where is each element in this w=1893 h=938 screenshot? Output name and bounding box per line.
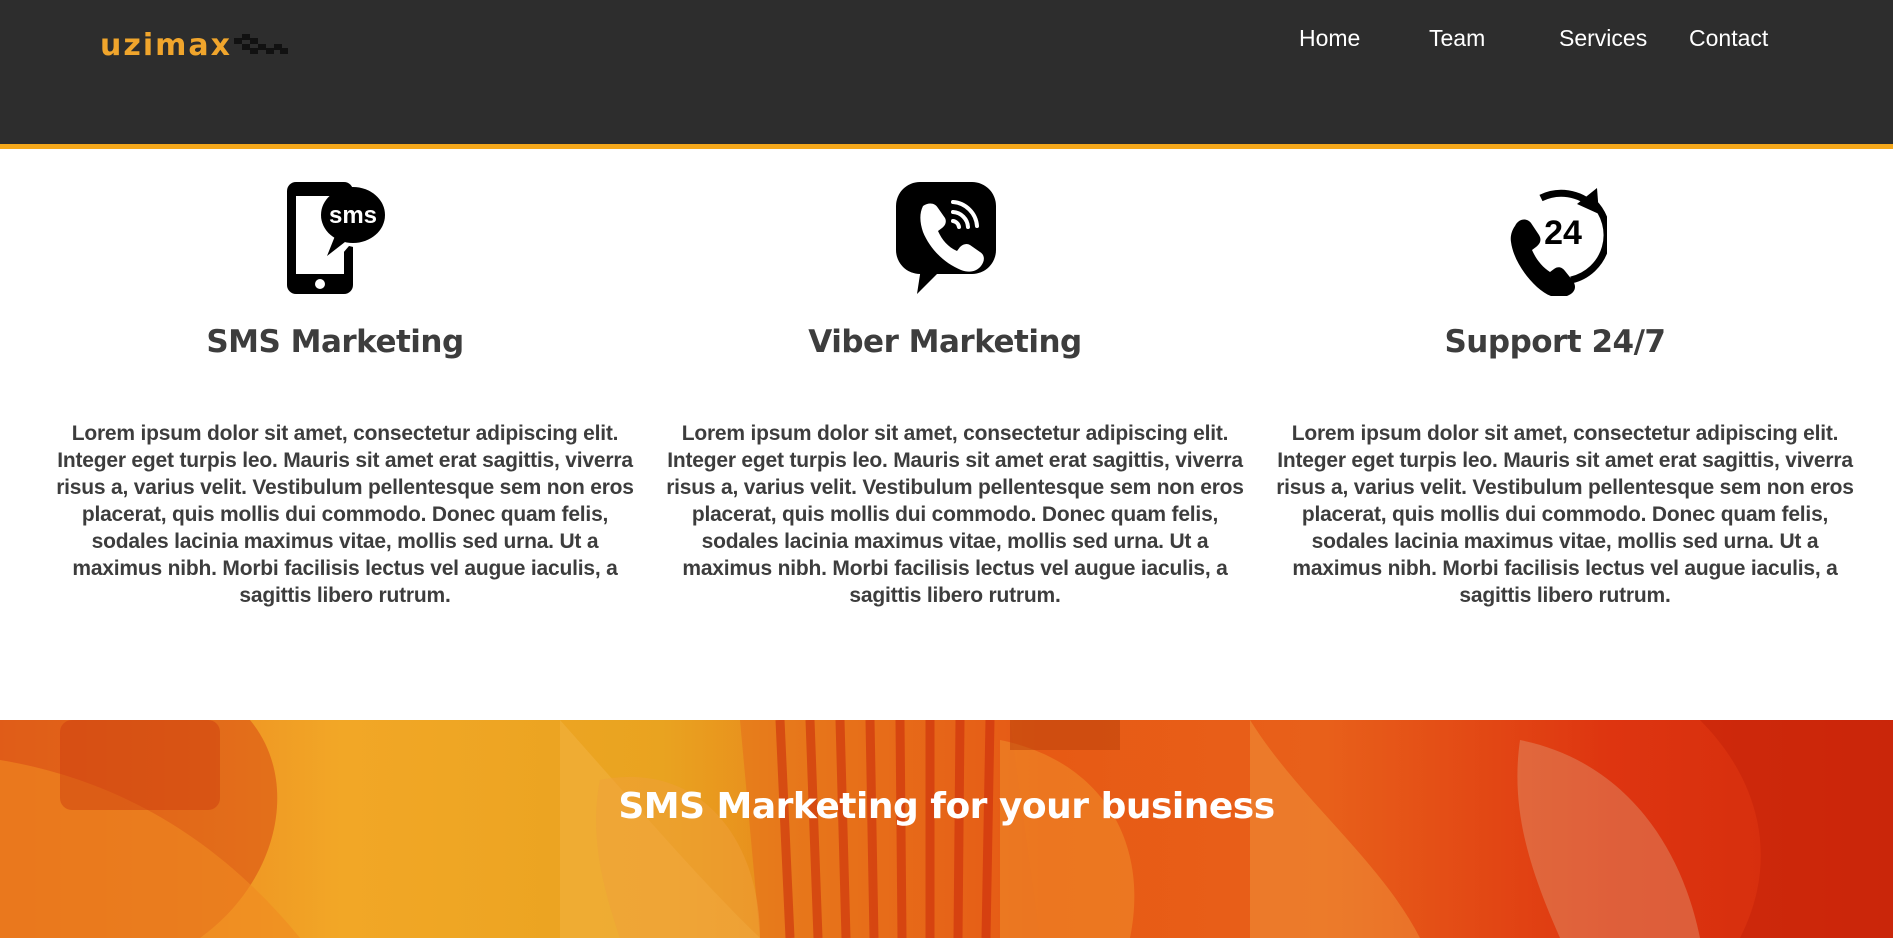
- hero-banner: SMS Marketing for your business: [0, 720, 1893, 938]
- sms-icon-label: sms: [329, 202, 377, 229]
- feature-viber: Viber Marketing Lorem ipsum dolor sit am…: [665, 154, 1245, 720]
- main-nav: Home Team Services Contact: [0, 22, 1893, 54]
- nav-services[interactable]: Services: [1559, 22, 1647, 54]
- feature-text: Lorem ipsum dolor sit amet, consectetur …: [56, 422, 634, 607]
- feature-title: Support 24/7: [1444, 324, 1666, 360]
- feature-title: Viber Marketing: [808, 324, 1082, 360]
- nav-team[interactable]: Team: [1429, 22, 1485, 54]
- hero-title: SMS Marketing for your business: [618, 786, 1275, 827]
- feature-title: SMS Marketing: [206, 324, 464, 360]
- feature-text: Lorem ipsum dolor sit amet, consectetur …: [666, 422, 1244, 607]
- site-header: uzimax Home Team Services Contact: [0, 0, 1893, 149]
- nav-contact[interactable]: Contact: [1689, 22, 1768, 54]
- feature-sms: sms SMS Marketing Lorem ipsum dolor sit …: [55, 154, 635, 720]
- features-section: sms SMS Marketing Lorem ipsum dolor sit …: [0, 154, 1893, 720]
- support-icon-label: 24: [1544, 214, 1582, 252]
- feature-support: 24 Support 24/7 Lorem ipsum dolor sit am…: [1275, 154, 1855, 720]
- sms-phone-icon: sms: [287, 182, 391, 294]
- hero-background-image: [0, 720, 1893, 938]
- support-24-7-icon: 24: [1510, 188, 1607, 296]
- nav-home[interactable]: Home: [1299, 22, 1360, 54]
- viber-icon: [896, 182, 996, 294]
- feature-text: Lorem ipsum dolor sit amet, consectetur …: [1276, 422, 1854, 607]
